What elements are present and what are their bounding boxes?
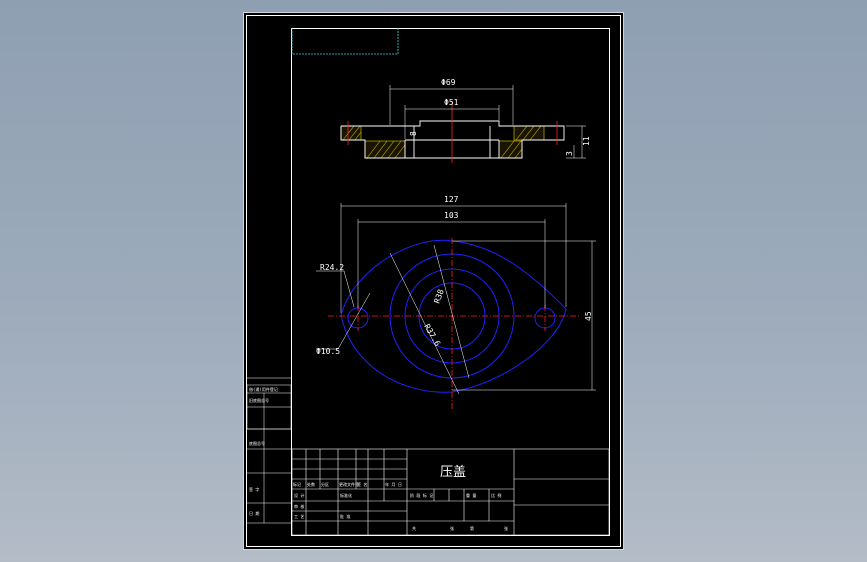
outer-frame [246, 15, 621, 547]
stage-header: 阶 段 标 记 [410, 492, 433, 498]
row-label-count: 处数 [307, 481, 315, 487]
sign-label-design: 设 计 [294, 492, 304, 498]
scale-header: 比 例 [491, 492, 501, 498]
part-title: 压盖 [440, 465, 466, 480]
sheet-index-label: 第 [470, 525, 474, 531]
dim-hole-diameter: Φ10.5 [316, 347, 340, 356]
plan-dimension-lines [316, 203, 596, 395]
sign-label-standard: 标准化 [340, 492, 352, 498]
dim-outer-diameter: Φ69 [441, 78, 456, 87]
dim-bore: 8 [409, 131, 418, 136]
row-label-mark: 标记 [293, 481, 301, 487]
bind-label-1: 借(通)用件登记 [249, 386, 278, 392]
section-dimension-lines [389, 85, 586, 159]
title-block: 压盖 标记 处数 分区 更改文件号 签 名 年 月 日 设 计 审 核 工 艺 … [291, 448, 610, 536]
bind-label-4: 签 字 [249, 486, 259, 492]
sign-label-approve: 批 准 [340, 513, 350, 519]
weight-header: 重 量 [466, 492, 476, 498]
drawing-sheet: Φ69 Φ51 8 11 3 127 103 45 R24.2 Φ10.5 R3… [244, 13, 623, 549]
row-label-sign: 签 名 [357, 481, 367, 487]
sign-label-review: 审 核 [294, 503, 304, 509]
bind-label-3: 底图总号 [249, 440, 265, 446]
sheet-total-label: 共 [412, 525, 416, 531]
row-label-file: 更改文件号 [339, 481, 359, 487]
dim-hole-spacing: 103 [444, 211, 459, 220]
sign-label-process: 工 艺 [294, 514, 304, 519]
plan-view: 127 103 45 R24.2 Φ10.5 R38 R37.6 [316, 195, 596, 411]
cad-drawing: Φ69 Φ51 8 11 3 127 103 45 R24.2 Φ10.5 R3… [246, 15, 621, 547]
dim-overall-length: 127 [444, 195, 459, 204]
bind-label-5: 日 期 [249, 510, 259, 516]
dim-height-total: 11 [582, 136, 591, 146]
dim-ring-radius-1: R38 [432, 288, 445, 305]
sheet-index-unit: 张 [504, 525, 508, 531]
dim-lobe-radius: R24.2 [320, 263, 344, 272]
row-label-date: 年 月 日 [385, 481, 402, 487]
code-box [291, 28, 399, 55]
dim-height: 45 [584, 311, 593, 321]
section-view: Φ69 Φ51 8 11 3 [340, 78, 591, 163]
bind-label-2: 旧底图总号 [249, 397, 269, 403]
dim-height-flange: 3 [565, 151, 574, 156]
sheet-total-unit: 张 [450, 525, 454, 531]
dim-inner-diameter: Φ51 [444, 98, 459, 107]
row-label-zone: 分区 [321, 481, 329, 487]
binding-column: 借(通)用件登记 旧底图总号 底图总号 签 字 日 期 [246, 384, 292, 524]
